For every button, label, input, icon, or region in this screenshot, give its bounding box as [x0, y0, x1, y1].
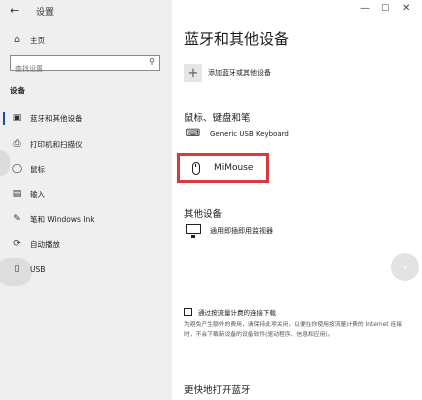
sidebar-item-label: 鼠标 — [30, 164, 45, 174]
sidebar-item-usb[interactable]: ▯ USB — [10, 262, 46, 276]
add-device-button[interactable]: + 添加蓝牙或其他设备 — [184, 64, 271, 82]
section-heading-devices: 设备 — [10, 86, 25, 95]
active-indicator — [3, 112, 5, 125]
device-item-keyboard[interactable]: ⌨ Generic USB Keyboard — [184, 128, 289, 139]
pen-icon: ✎ — [13, 214, 21, 224]
device-name: MiMouse — [214, 163, 254, 173]
keyboard-icon: ⌨ — [185, 128, 201, 139]
sidebar-item-mouse[interactable]: ◯ 鼠标 — [10, 162, 45, 176]
search-box[interactable]: ⚲ — [10, 55, 160, 76]
home-icon: ⌂ — [14, 35, 20, 45]
sidebar-item-label: 笔和 Windows Ink — [30, 214, 95, 224]
autoplay-icon: ⟳ — [13, 239, 21, 249]
close-icon[interactable]: ✕ — [402, 3, 410, 14]
sidebar-edge-handle[interactable] — [0, 150, 10, 176]
sidebar-item-home[interactable]: ⌂ 主页 — [10, 33, 45, 47]
sidebar-item-typing[interactable]: ▤ 输入 — [10, 187, 45, 201]
usb-icon: ▯ — [14, 264, 20, 274]
plus-icon: + — [184, 64, 202, 82]
sidebar-item-label: USB — [30, 264, 46, 274]
group-title-other-devices: 其他设备 — [184, 209, 223, 220]
sidebar: ⌂ 主页 ⚲ 设备 ▣ 蓝牙和其他设备 ⎙ 打印机和扫描仪 ◯ 鼠标 ▤ 输入 … — [0, 0, 172, 400]
search-input[interactable] — [11, 62, 135, 76]
device-item-monitor[interactable]: 通用即插即用监视器 — [184, 224, 273, 238]
sidebar-item-printers[interactable]: ⎙ 打印机和扫描仪 — [10, 137, 83, 151]
back-icon[interactable]: ← — [10, 4, 19, 17]
search-icon[interactable]: ⚲ — [149, 57, 155, 66]
device-item-mimouse[interactable]: MiMouse — [177, 153, 269, 183]
metered-download-label: 通过按流量计费的连接下载 — [198, 309, 276, 317]
sidebar-item-label: 自动播放 — [30, 239, 60, 249]
section-title-bluetooth-quick: 更快地打开蓝牙 — [184, 385, 251, 396]
add-device-label: 添加蓝牙或其他设备 — [208, 69, 271, 77]
sidebar-item-label: 打印机和扫描仪 — [30, 139, 83, 149]
sidebar-item-label: 蓝牙和其他设备 — [30, 113, 83, 123]
bluetooth-devices-icon: ▣ — [12, 113, 22, 123]
device-name: 通用即插即用监视器 — [210, 226, 273, 235]
mouse-icon: ◯ — [11, 164, 23, 174]
sidebar-item-pen[interactable]: ✎ 笔和 Windows Ink — [10, 212, 95, 226]
sidebar-item-label: 主页 — [30, 35, 45, 45]
scroll-right-icon[interactable]: › — [391, 253, 419, 281]
metered-download-option[interactable]: 通过按流量计费的连接下载 — [184, 307, 276, 317]
main-pane: 蓝牙和其他设备 + 添加蓝牙或其他设备 鼠标、键盘和笔 ⌨ Generic US… — [172, 0, 422, 400]
sidebar-item-label: 输入 — [30, 189, 45, 199]
device-name: Generic USB Keyboard — [210, 129, 289, 138]
metered-download-checkbox[interactable] — [184, 308, 192, 316]
sidebar-item-autoplay[interactable]: ⟳ 自动播放 — [10, 237, 60, 251]
window-title: 设置 — [36, 8, 55, 18]
group-title-input-devices: 鼠标、键盘和笔 — [184, 113, 251, 124]
page-title: 蓝牙和其他设备 — [184, 30, 290, 48]
keyboard-icon: ▤ — [12, 189, 22, 199]
metered-help-text: 为避免产生额外的费用，请保持此项关闭，以便在你使用按流量计费的 Internet… — [184, 322, 403, 338]
sidebar-item-bluetooth[interactable]: ▣ 蓝牙和其他设备 — [10, 111, 83, 125]
maximize-icon[interactable]: ☐ — [381, 4, 389, 14]
minimize-icon[interactable]: — — [360, 3, 370, 14]
mouse-icon — [192, 161, 200, 175]
printer-icon: ⎙ — [13, 139, 21, 149]
monitor-icon — [185, 224, 201, 238]
